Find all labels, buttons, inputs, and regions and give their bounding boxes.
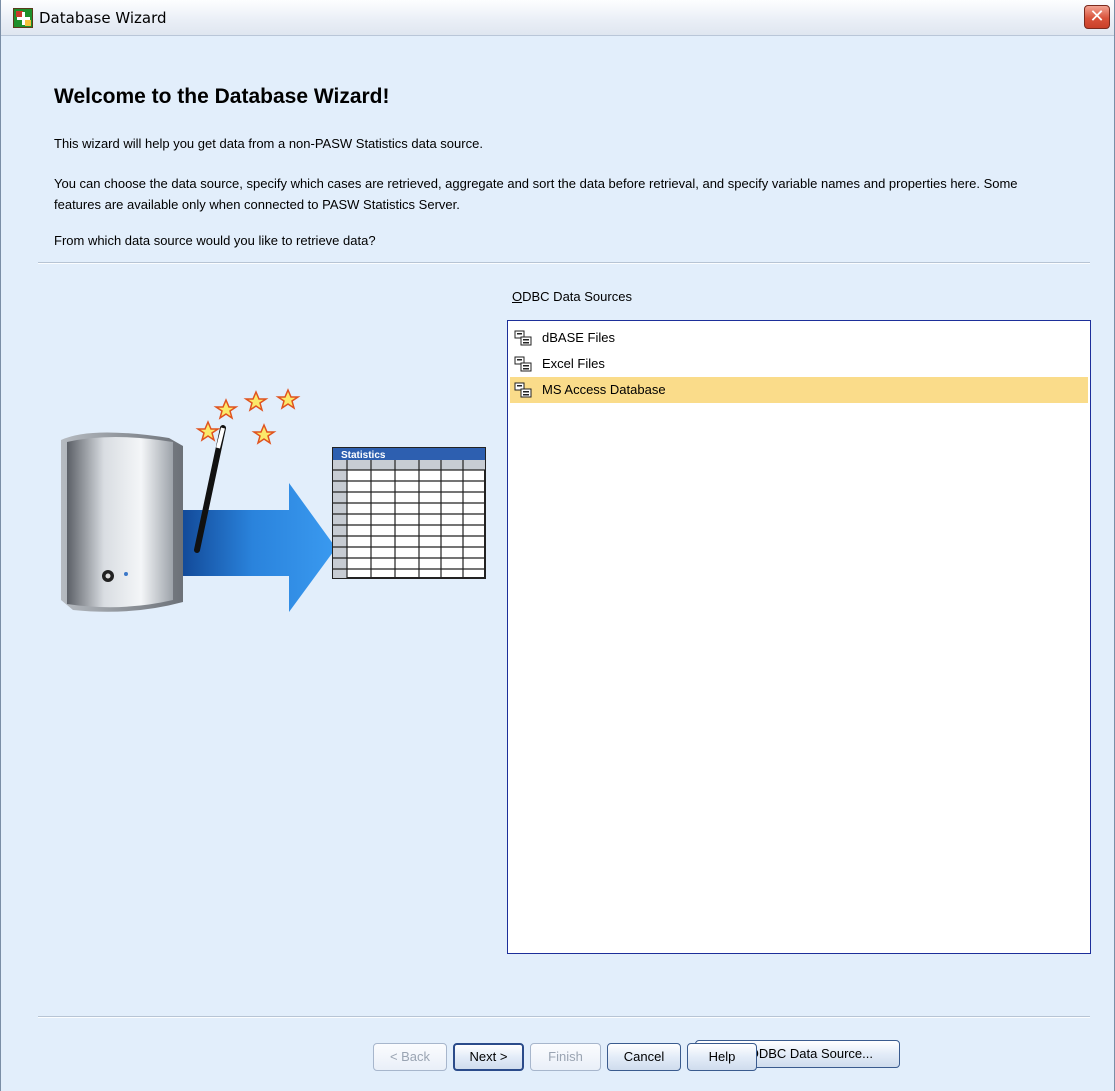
window-title: Database Wizard [39,9,167,27]
list-item-label: Excel Files [542,356,605,371]
intro-text: This wizard will help you get data from … [54,136,483,151]
arrow-shape [169,483,336,612]
server-shape [67,437,173,608]
title-bar[interactable]: Database Wizard ✕ [1,0,1114,36]
list-item-label: dBASE Files [542,330,615,345]
finish-button[interactable]: Finish [530,1043,601,1071]
help-button[interactable]: Help [687,1043,757,1071]
odbc-data-sources-label: ODBC Data Sources [512,289,632,304]
page-title: Welcome to the Database Wizard! [54,85,390,108]
divider-top [38,262,1090,264]
data-source-icon [514,356,532,372]
divider-bottom [38,1016,1090,1018]
list-item-excel-files[interactable]: Excel Files [510,351,1088,377]
data-source-icon [514,330,532,346]
server-to-table-illustration: Statistics [61,388,486,612]
list-item-dbase-files[interactable]: dBASE Files [510,325,1088,351]
app-icon [13,8,33,28]
list-item-label: MS Access Database [542,382,666,397]
table-header-label: Statistics [341,450,386,461]
odbc-data-sources-list[interactable]: dBASE Files Excel Files MS Access Databa… [507,320,1091,954]
back-button[interactable]: < Back [373,1043,447,1071]
cancel-button[interactable]: Cancel [607,1043,681,1071]
data-source-icon [514,382,532,398]
description-text: You can choose the data source, specify … [54,176,1018,212]
wizard-illustration: Statistics [51,380,491,620]
close-icon: ✕ [1089,6,1105,27]
list-item-ms-access-database[interactable]: MS Access Database [510,377,1088,403]
close-button[interactable]: ✕ [1084,5,1110,29]
question-text: From which data source would you like to… [54,233,376,248]
next-button[interactable]: Next > [453,1043,524,1071]
database-wizard-window: Database Wizard ✕ Welcome to the Databas… [0,0,1115,1091]
